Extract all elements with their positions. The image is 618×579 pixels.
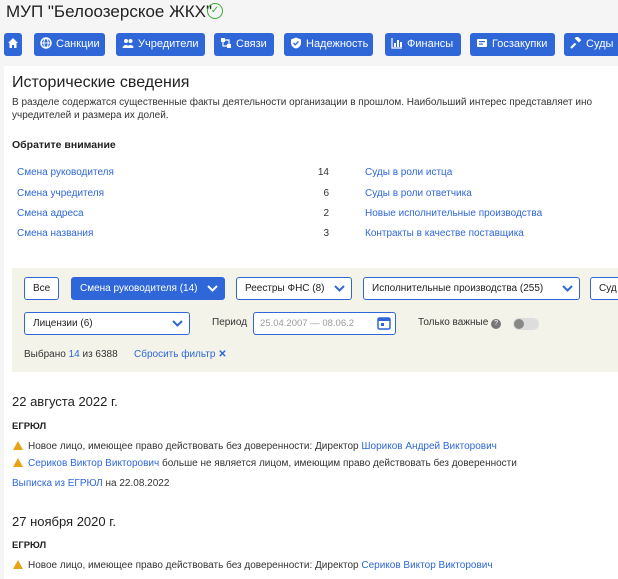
period-date-input[interactable]: 25.04.2007 — 08.06.2: [253, 312, 396, 335]
warning-icon: [13, 458, 23, 467]
filter-label: Реестры ФНС (8): [245, 283, 325, 294]
contract-icon: [477, 39, 487, 47]
filter-licenses-dropdown[interactable]: Лицензии (6): [24, 312, 190, 335]
count-director-change: 14: [317, 167, 329, 178]
calendar-icon[interactable]: [377, 316, 391, 330]
section-description: В разделе содержатся существенные факты …: [12, 96, 618, 122]
help-icon[interactable]: ?: [491, 319, 502, 329]
link-director-change[interactable]: Смена руководителя: [17, 167, 114, 178]
link-enforcement[interactable]: Новые исполнительные производства: [365, 208, 542, 219]
filter-enforcement-dropdown[interactable]: Исполнительные производства (255): [363, 277, 580, 300]
filter-label: Смена руководителя (14): [80, 283, 198, 294]
nav-sanctions-button[interactable]: Санкции: [34, 33, 105, 56]
chevron-down-icon: [172, 320, 183, 327]
description-line: В разделе содержатся существенные факты …: [12, 97, 593, 108]
extract-date: на 22.08.2022: [102, 478, 170, 489]
nav-label: Учредители: [138, 38, 199, 50]
count-address-change: 2: [323, 208, 329, 219]
person-link[interactable]: Сериков Виктор Викторович: [28, 458, 159, 469]
gavel-icon: [570, 37, 582, 49]
nav-label: Надежность: [306, 38, 369, 50]
links-icon: [221, 38, 231, 48]
event-source: ЕГРЮЛ: [12, 421, 47, 432]
filter-courts-dropdown[interactable]: Суд: [590, 277, 618, 300]
count-founder-change: 6: [323, 188, 329, 199]
nav-label: Суды: [586, 38, 614, 50]
nav-links-button[interactable]: Связи: [214, 33, 274, 56]
shield-icon: [291, 37, 301, 49]
period-label: Период: [212, 317, 248, 328]
filter-director-change-dropdown[interactable]: Смена руководителя (14): [71, 277, 225, 300]
chevron-down-icon: [334, 285, 345, 292]
filter-label: Исполнительные производства (255): [372, 283, 544, 294]
link-founder-change[interactable]: Смена учредителя: [17, 188, 104, 199]
count-name-change: 3: [323, 228, 329, 239]
selected-prefix: Выбрано: [24, 349, 66, 360]
event-date: 27 ноября 2020 г.: [12, 514, 116, 529]
person-link[interactable]: Сериков Виктор Викторович: [361, 560, 492, 571]
selected-of: из 6388: [82, 349, 118, 360]
event-date: 22 августа 2022 г.: [12, 394, 118, 409]
nav-courts-button[interactable]: Суды: [564, 33, 618, 56]
nav-finance-button[interactable]: Финансы: [385, 33, 461, 56]
nav-label: Санкции: [56, 38, 100, 50]
verified-check-icon: ✓: [207, 3, 223, 19]
event-text: Новое лицо, имеющее право действовать бе…: [28, 560, 362, 571]
chevron-down-icon: [562, 285, 573, 292]
home-icon: [8, 38, 18, 48]
description-line: учредителей и размера их долей.: [12, 110, 169, 121]
selected-count: 14: [68, 349, 80, 360]
filter-label: Все: [33, 283, 51, 294]
nav-label: Госзакупки: [492, 38, 548, 50]
nav-label: Финансы: [407, 38, 454, 50]
event-line: Новое лицо, имеющее право действовать бе…: [13, 441, 497, 452]
extract-line: Выписка из ЕГРЮЛ на 22.08.2022: [12, 478, 169, 489]
event-source: ЕГРЮЛ: [12, 540, 47, 551]
company-title: МУП "Белоозерское ЖКХ": [6, 2, 213, 21]
filter-all-button[interactable]: Все: [24, 277, 59, 300]
person-link[interactable]: Шориков Андрей Викторович: [361, 441, 497, 452]
link-contracts-supplier[interactable]: Контракты в качестве поставщика: [365, 228, 524, 239]
event-line: Сериков Виктор Викторович больше не явля…: [13, 458, 517, 469]
warning-icon: [13, 441, 23, 450]
chart-icon: [391, 38, 402, 49]
toggle-knob: [514, 319, 524, 329]
link-courts-plaintiff[interactable]: Суды в роли истца: [365, 167, 452, 178]
link-address-change[interactable]: Смена адреса: [17, 208, 84, 219]
period-value: 25.04.2007 — 08.06.2: [260, 318, 355, 329]
only-important-toggle[interactable]: [513, 318, 539, 330]
reset-filter-label: Сбросить фильтр: [134, 349, 216, 360]
chevron-down-icon: [207, 285, 218, 292]
link-courts-defendant[interactable]: Суды в роли ответчика: [365, 188, 472, 199]
reset-filter-link[interactable]: Сбросить фильтр ✕: [134, 349, 227, 360]
link-name-change[interactable]: Смена названия: [17, 228, 93, 239]
filter-label: Лицензии (6): [33, 318, 93, 329]
page-heading: Исторические сведения: [12, 74, 190, 91]
filter-fns-dropdown[interactable]: Реестры ФНС (8): [236, 277, 352, 300]
nav-founders-button[interactable]: Учредители: [116, 33, 205, 56]
users-icon: [122, 39, 134, 48]
event-text: больше не является лицом, имеющим право …: [159, 458, 517, 469]
only-important-label: Только важные ?: [418, 317, 502, 329]
filter-label: Суд: [599, 283, 617, 294]
nav-procurement-button[interactable]: Госзакупки: [470, 33, 555, 56]
selected-summary: Выбрано 14 из 6388: [24, 349, 118, 360]
nav-home-button[interactable]: [4, 33, 22, 56]
event-text: Новое лицо, имеющее право действовать бе…: [28, 441, 362, 452]
only-important-text: Только важные: [418, 317, 489, 328]
warning-icon: [13, 560, 23, 569]
globe-icon: [40, 37, 52, 49]
egrul-extract-link[interactable]: Выписка из ЕГРЮЛ: [12, 478, 103, 489]
attention-heading: Обратите внимание: [12, 139, 116, 151]
nav-label: Связи: [236, 38, 267, 50]
nav-reliability-button[interactable]: Надежность: [284, 33, 373, 56]
event-line: Новое лицо, имеющее право действовать бе…: [13, 560, 493, 571]
close-icon: ✕: [218, 349, 227, 360]
